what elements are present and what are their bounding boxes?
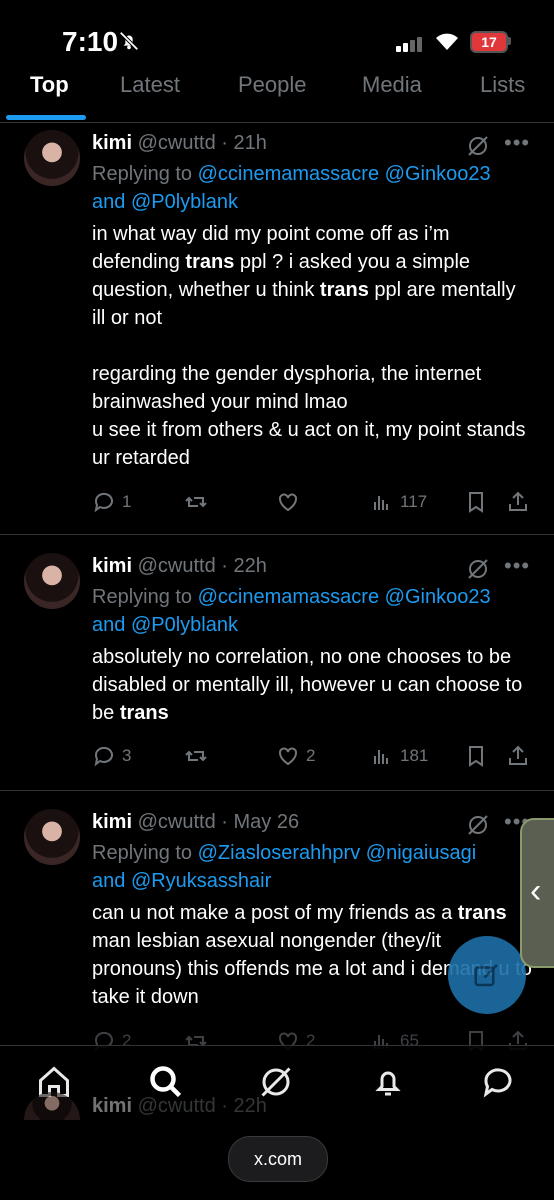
tweet-time[interactable]: 21h — [234, 132, 267, 154]
tweet[interactable]: kimi @cwuttd · 21h ••• Replying to @ccin… — [0, 122, 554, 535]
tweet-actions: 3 2 181 — [92, 744, 532, 774]
url-bar[interactable]: x.com — [228, 1136, 328, 1182]
tweet[interactable]: kimi @cwuttd · 22h ••• Replying to @ccin… — [0, 535, 554, 791]
status-time: 7:10 — [62, 26, 119, 57]
views-button[interactable]: 181 — [370, 744, 428, 768]
more-options-icon[interactable]: ••• — [504, 130, 530, 156]
grok-icon[interactable] — [466, 557, 490, 581]
repost-button[interactable] — [184, 490, 214, 514]
tweet-time[interactable]: 22h — [234, 1095, 267, 1117]
tab-media[interactable]: Media — [362, 72, 422, 98]
reply-icon — [94, 492, 113, 513]
avatar[interactable] — [24, 809, 80, 865]
mention-link[interactable]: @Ryuksasshair — [131, 870, 271, 892]
separator: · — [221, 811, 228, 833]
replying-label: Replying to — [92, 163, 198, 185]
tab-top[interactable]: Top — [30, 72, 69, 98]
compose-icon — [474, 964, 498, 987]
repost-icon — [185, 496, 207, 508]
and-label: and — [92, 870, 131, 892]
views-icon — [374, 750, 388, 764]
mention-link[interactable]: @nigaiusagi — [366, 842, 476, 864]
tweet-time[interactable]: 22h — [234, 555, 267, 577]
reply-button[interactable]: 1 — [92, 490, 131, 514]
tab-latest[interactable]: Latest — [120, 72, 180, 98]
tweet-text: in what way did my point come off as i’m… — [92, 223, 522, 329]
views-button[interactable]: 117 — [370, 490, 427, 514]
share-icon — [509, 491, 527, 511]
mention-link[interactable]: @P0lyblank — [131, 191, 238, 213]
author-handle[interactable]: @cwuttd — [138, 1095, 216, 1117]
tweet-header-partial: kimi @cwuttd · 22h — [92, 1095, 267, 1118]
tweet-time[interactable]: May 26 — [234, 811, 300, 833]
battery-level: 17 — [470, 31, 508, 53]
replying-to: Replying to @ccinemamassacre @Ginkoo23 an… — [92, 160, 532, 216]
repost-icon — [185, 750, 207, 762]
and-label: and — [92, 191, 131, 213]
author-handle[interactable]: @cwuttd — [138, 132, 216, 154]
replying-label: Replying to — [92, 586, 198, 608]
cellular-signal-icon — [396, 34, 424, 52]
bookmark-icon — [469, 492, 483, 513]
notifications-icon[interactable] — [370, 1064, 406, 1100]
author-name[interactable]: kimi — [92, 811, 132, 833]
mention-link[interactable]: @Ziasloserahhprv — [198, 842, 361, 864]
replying-to: Replying to @ccinemamassacre @Ginkoo23 an… — [92, 583, 532, 639]
author-name[interactable]: kimi — [92, 1095, 132, 1117]
author-handle[interactable]: @cwuttd — [138, 811, 216, 833]
mention-link[interactable]: @ccinemamassacre — [198, 586, 379, 608]
wifi-icon — [436, 33, 458, 50]
mention-link[interactable]: @P0lyblank — [131, 614, 238, 636]
replying-label: Replying to — [92, 842, 198, 864]
author-name[interactable]: kimi — [92, 132, 132, 154]
tweet-text: absolutely no correlation, no one choose… — [92, 646, 528, 724]
tab-people[interactable]: People — [238, 72, 307, 98]
heart-icon — [279, 747, 297, 766]
mention-link[interactable]: @Ginkoo23 — [385, 163, 491, 185]
mention-link[interactable]: @ccinemamassacre — [198, 163, 379, 185]
grok-icon[interactable] — [466, 813, 490, 837]
heart-icon — [279, 493, 297, 512]
messages-icon[interactable] — [480, 1064, 516, 1100]
avatar[interactable] — [24, 130, 80, 186]
repost-button[interactable] — [184, 744, 214, 768]
tweet-text-paragraph-2: regarding the gender dysphoria, the inte… — [92, 363, 526, 469]
tab-lists[interactable]: Lists — [480, 72, 525, 98]
active-tab-indicator — [6, 115, 86, 120]
separator: · — [221, 555, 228, 577]
bookmark-button[interactable] — [464, 490, 494, 514]
author-handle[interactable]: @cwuttd — [138, 555, 216, 577]
grok-icon[interactable] — [466, 134, 490, 158]
tweet-actions: 1 117 — [92, 490, 532, 520]
like-button[interactable]: 2 — [276, 744, 315, 768]
bell-off-icon — [119, 31, 139, 51]
and-label: and — [92, 614, 131, 636]
battery-nub — [508, 37, 511, 45]
bookmark-icon — [469, 746, 483, 767]
views-icon — [374, 496, 388, 510]
share-button[interactable] — [506, 490, 536, 514]
reply-button[interactable]: 3 — [92, 744, 131, 768]
side-panel-handle[interactable]: ‹ — [520, 818, 554, 968]
bookmark-button[interactable] — [464, 744, 494, 768]
compose-button[interactable] — [448, 936, 526, 1014]
author-name[interactable]: kimi — [92, 555, 132, 577]
reply-icon — [94, 746, 113, 767]
bottom-nav — [0, 1045, 554, 1126]
replying-to: Replying to @Ziasloserahhprv @nigaiusagi… — [92, 839, 532, 895]
avatar[interactable] — [24, 553, 80, 609]
share-button[interactable] — [506, 744, 536, 768]
separator: · — [221, 1095, 228, 1117]
share-icon — [509, 745, 527, 765]
like-button[interactable] — [276, 490, 306, 514]
separator: · — [221, 132, 228, 154]
chevron-left-icon: ‹ — [530, 872, 542, 910]
mention-link[interactable]: @Ginkoo23 — [385, 586, 491, 608]
more-options-icon[interactable]: ••• — [504, 553, 530, 579]
